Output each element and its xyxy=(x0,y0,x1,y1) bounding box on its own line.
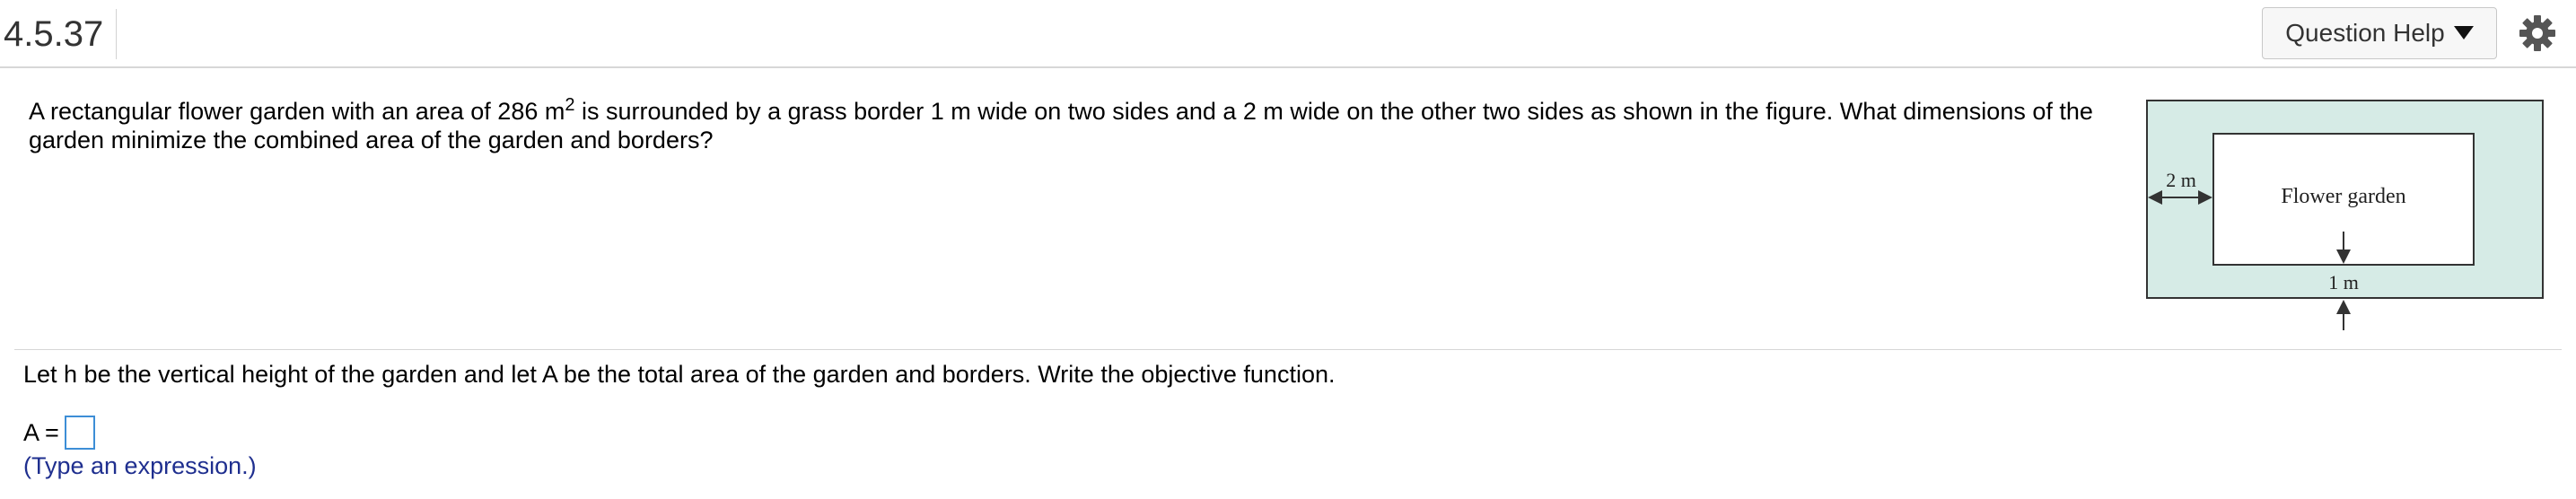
question-page: 4.5.37 Question Help A rectangular flowe… xyxy=(0,0,2576,499)
question-superscript: 2 xyxy=(565,95,575,115)
gear-icon[interactable] xyxy=(2519,14,2556,52)
instruction-text: Let h be the vertical height of the gard… xyxy=(23,361,1336,388)
triangle-down-icon xyxy=(2453,26,2474,39)
answer-hint: (Type an expression.) xyxy=(23,452,257,479)
question-help-label: Question Help xyxy=(2285,19,2445,47)
answer-label: A = xyxy=(23,418,59,446)
answer-input[interactable] xyxy=(64,416,95,450)
answer-row: A = xyxy=(23,415,95,451)
left-border-label: 2 m xyxy=(2166,169,2196,191)
flower-garden-label: Flower garden xyxy=(2281,185,2405,208)
question-help-button[interactable]: Question Help xyxy=(2262,7,2497,59)
question-header: 4.5.37 Question Help xyxy=(0,0,2576,68)
section-divider xyxy=(14,349,2562,350)
bottom-border-label: 1 m xyxy=(2328,271,2359,293)
question-text-part1: A rectangular flower garden with an area… xyxy=(29,98,565,125)
question-number: 4.5.37 xyxy=(4,9,118,59)
question-text: A rectangular flower garden with an area… xyxy=(29,95,2120,154)
garden-figure: Flower garden 2 m 1 m xyxy=(2146,100,2544,330)
